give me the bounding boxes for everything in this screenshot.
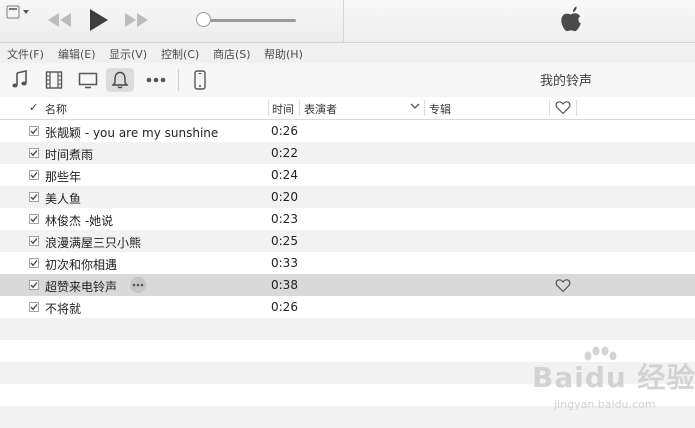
row-checkbox[interactable]	[29, 258, 39, 268]
table-row[interactable]: 浪漫满屋三只小熊 0:25	[0, 230, 695, 252]
film-icon[interactable]	[40, 68, 68, 92]
menu-help[interactable]: 帮助(H)	[264, 46, 303, 62]
menu-view[interactable]: 显示(V)	[109, 46, 147, 62]
table-row[interactable]: 张靓颖 - you are my sunshine 0:26	[0, 120, 695, 142]
song-list: 张靓颖 - you are my sunshine 0:26 时间煮雨 0:22…	[0, 120, 695, 428]
column-separator	[424, 100, 425, 116]
iphone-icon[interactable]	[186, 68, 214, 92]
menu-bar: 文件(F) 编辑(E) 显示(V) 控制(C) 商店(S) 帮助(H)	[0, 43, 695, 63]
table-row[interactable]: 时间煮雨 0:22	[0, 142, 695, 164]
song-name[interactable]: 那些年	[45, 168, 81, 185]
column-separator	[299, 100, 300, 116]
empty-row	[0, 340, 695, 362]
song-name[interactable]: 美人鱼	[45, 190, 81, 207]
empty-row	[0, 384, 695, 406]
song-duration: 0:25	[271, 234, 298, 248]
empty-row	[0, 406, 695, 428]
song-duration: 0:20	[271, 190, 298, 204]
apple-logo-icon	[557, 4, 585, 36]
song-duration: 0:22	[271, 146, 298, 160]
song-name[interactable]: 张靓颖 - you are my sunshine	[45, 124, 218, 141]
page-title: 我的铃声	[540, 74, 593, 89]
column-separator	[549, 100, 550, 116]
table-row[interactable]: 美人鱼 0:20	[0, 186, 695, 208]
song-duration: 0:33	[271, 256, 298, 270]
empty-row	[0, 362, 695, 384]
time-column-header[interactable]: 时间	[272, 101, 294, 117]
song-name[interactable]: 超赞来电铃声	[45, 278, 117, 295]
table-row[interactable]: 那些年 0:24	[0, 164, 695, 186]
check-column-header[interactable]: ✓	[29, 101, 38, 114]
table-row[interactable]: 初次和你相遇 0:33	[0, 252, 695, 274]
row-checkbox[interactable]	[29, 214, 39, 224]
heart-icon[interactable]	[555, 100, 571, 118]
menu-file[interactable]: 文件(F)	[7, 46, 44, 62]
bell-icon[interactable]	[106, 68, 134, 92]
song-name[interactable]: 浪漫满屋三只小熊	[45, 234, 141, 251]
song-duration: 0:26	[271, 124, 298, 138]
toolbar-separator	[178, 69, 179, 91]
volume-track	[204, 19, 296, 22]
row-checkbox[interactable]	[29, 148, 39, 158]
table-row[interactable]: 不将就 0:26	[0, 296, 695, 318]
table-row-selected[interactable]: 超赞来电铃声 0:38	[0, 274, 695, 296]
love-heart-icon[interactable]	[555, 278, 571, 296]
song-name[interactable]: 时间煮雨	[45, 146, 93, 163]
name-column-header[interactable]: 名称	[45, 101, 67, 117]
media-toolbar: 我的铃声	[0, 63, 695, 98]
menu-edit[interactable]: 编辑(E)	[58, 46, 96, 62]
table-header: ✓ 名称 时间 表演者 专辑	[0, 97, 695, 120]
song-duration: 0:26	[271, 300, 298, 314]
play-icon[interactable]	[86, 6, 112, 34]
menu-store[interactable]: 商店(S)	[213, 46, 251, 62]
song-duration: 0:23	[271, 212, 298, 226]
song-name[interactable]: 林俊杰 -她说	[45, 212, 113, 229]
tv-icon[interactable]	[74, 68, 102, 92]
artist-column-header[interactable]: 表演者	[304, 101, 337, 117]
row-checkbox[interactable]	[29, 192, 39, 202]
music-note-icon[interactable]	[6, 68, 34, 92]
table-row[interactable]: 林俊杰 -她说 0:23	[0, 208, 695, 230]
sort-chevron-down-icon[interactable]	[410, 101, 420, 114]
row-checkbox[interactable]	[29, 280, 39, 290]
song-name[interactable]: 不将就	[45, 300, 81, 317]
more-icon[interactable]	[142, 68, 170, 92]
status-display	[343, 0, 695, 42]
player-bar	[0, 0, 695, 43]
row-checkbox[interactable]	[29, 126, 39, 136]
volume-slider[interactable]	[196, 10, 300, 30]
song-duration: 0:38	[271, 278, 298, 292]
row-checkbox[interactable]	[29, 302, 39, 312]
column-separator	[268, 100, 269, 116]
row-checkbox[interactable]	[29, 236, 39, 246]
volume-knob[interactable]	[196, 12, 211, 27]
row-checkbox[interactable]	[29, 170, 39, 180]
song-duration: 0:24	[271, 168, 298, 182]
menu-controls[interactable]: 控制(C)	[161, 46, 199, 62]
album-column-header[interactable]: 专辑	[429, 101, 451, 117]
fast-forward-icon[interactable]	[122, 10, 150, 30]
song-name[interactable]: 初次和你相遇	[45, 256, 117, 273]
more-options-icon[interactable]	[130, 277, 146, 293]
rewind-icon[interactable]	[46, 10, 74, 30]
column-separator	[576, 100, 577, 116]
empty-row	[0, 318, 695, 340]
system-menu-button[interactable]	[6, 4, 34, 19]
